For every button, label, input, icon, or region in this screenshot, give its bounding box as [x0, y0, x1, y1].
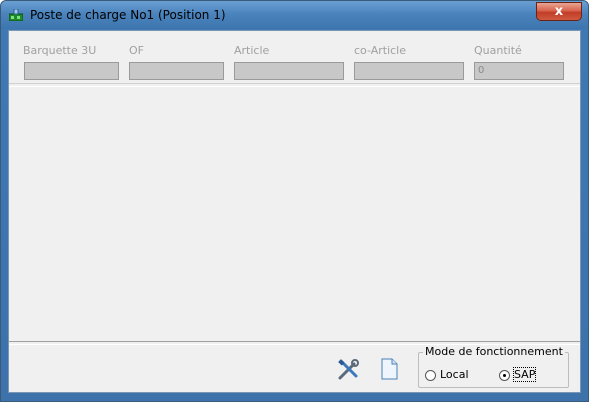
- article-field[interactable]: [234, 62, 344, 80]
- tools-icon[interactable]: [336, 358, 360, 382]
- mode-legend: Mode de fonctionnement: [423, 345, 565, 358]
- app-window: Poste de charge No1 (Position 1) x Barqu…: [0, 0, 589, 402]
- quantite-field[interactable]: 0: [474, 62, 564, 80]
- of-field[interactable]: [129, 62, 224, 80]
- radio-sap[interactable]: [499, 370, 510, 381]
- radio-local[interactable]: [425, 370, 436, 381]
- close-button[interactable]: x: [536, 2, 582, 21]
- client-area: Barquette 3U OF Article co-Article Quant…: [8, 30, 581, 393]
- radio-local-label[interactable]: Local: [440, 368, 469, 381]
- co-article-label: co-Article: [354, 44, 406, 57]
- quantite-label: Quantité: [474, 44, 522, 57]
- co-article-field[interactable]: [354, 62, 464, 80]
- article-label: Article: [234, 44, 270, 57]
- barquette-label: Barquette 3U: [23, 44, 97, 57]
- radio-sap-label[interactable]: SAP: [512, 367, 537, 382]
- close-icon: x: [554, 4, 564, 19]
- mode-groupbox: Mode de fonctionnement Local SAP: [418, 345, 569, 388]
- content-area: [9, 86, 580, 340]
- title-bar[interactable]: Poste de charge No1 (Position 1) x: [1, 1, 588, 29]
- of-label: OF: [129, 44, 144, 57]
- workstation-icon: [9, 9, 23, 21]
- barquette-field[interactable]: [24, 62, 119, 80]
- window-title: Poste de charge No1 (Position 1): [30, 8, 226, 22]
- document-icon[interactable]: [377, 357, 401, 381]
